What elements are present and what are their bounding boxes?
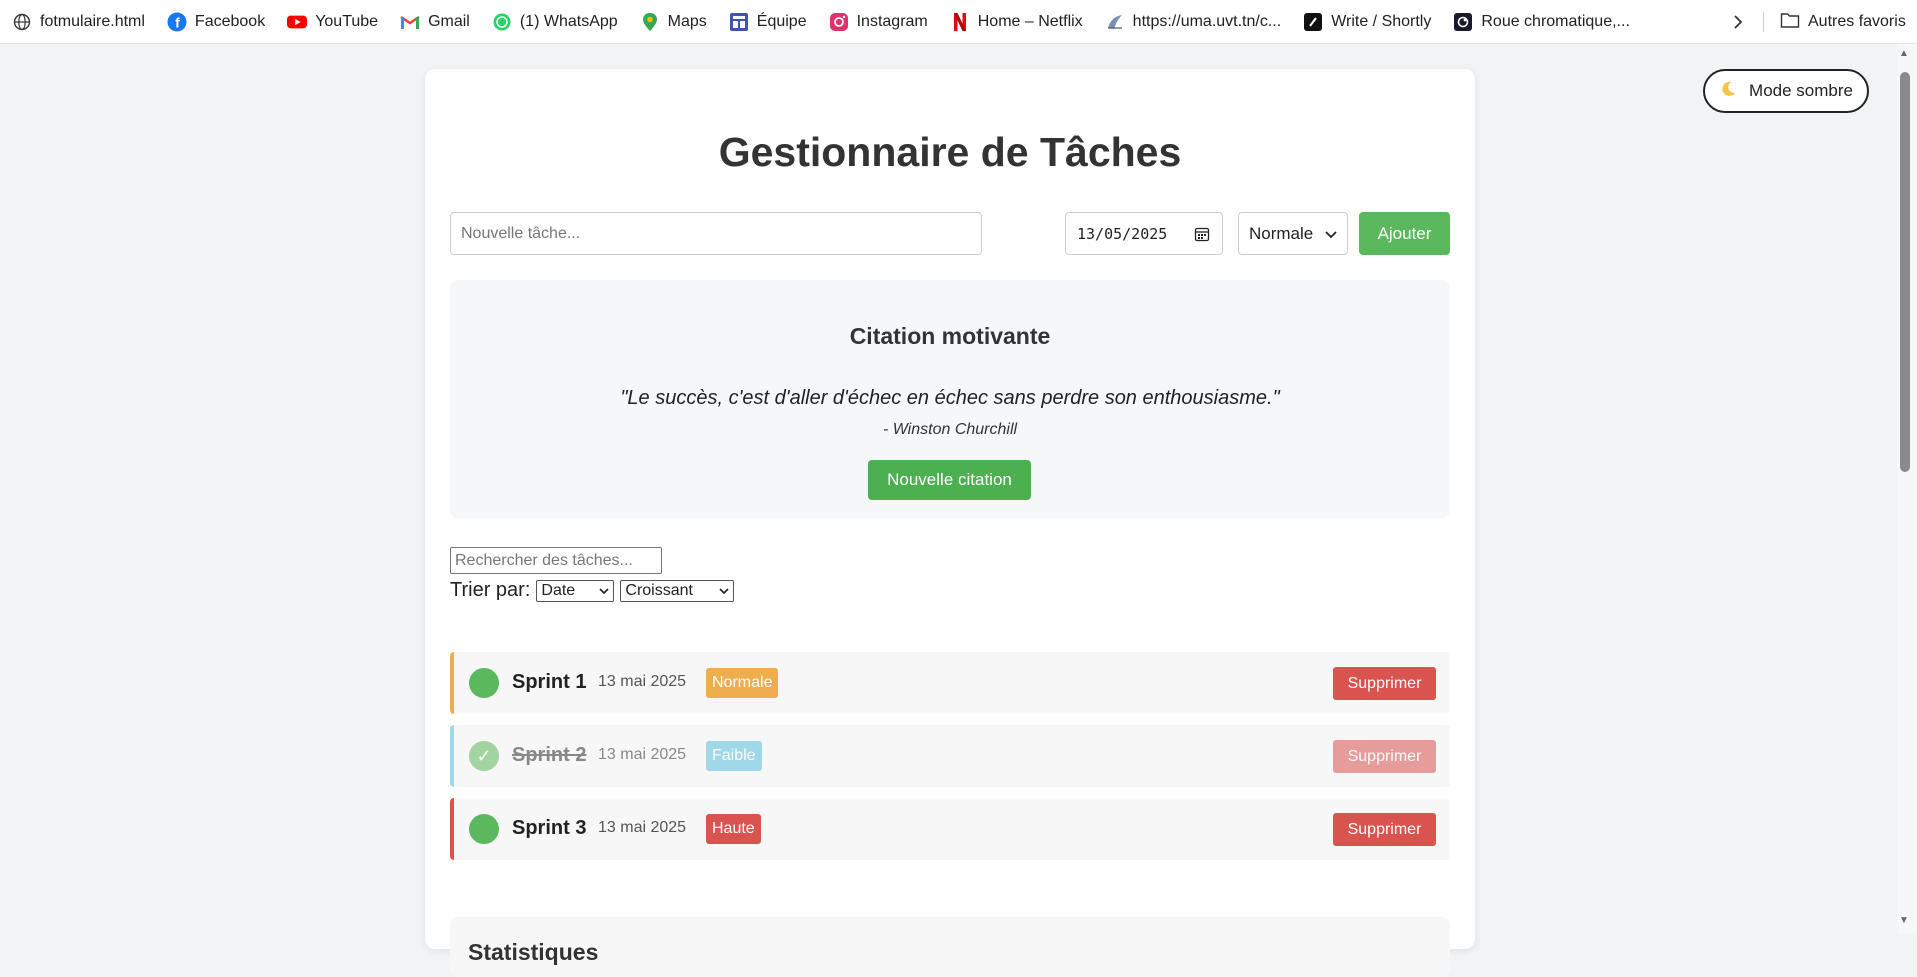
bookmark-uvt[interactable]: https://uma.uvt.tn/c... <box>1105 12 1282 32</box>
bookmark-separator <box>1763 12 1764 32</box>
add-task-button[interactable]: Ajouter <box>1359 212 1450 255</box>
priority-badge: Faible <box>706 741 762 771</box>
date-value: 13/05/2025 <box>1077 224 1168 243</box>
new-quote-button[interactable]: Nouvelle citation <box>868 460 1031 500</box>
quote-text: "Le succès, c'est d'aller d'échec en éch… <box>620 387 1280 409</box>
whatsapp-icon <box>492 12 512 32</box>
search-input[interactable] <box>450 547 662 574</box>
delete-task-button[interactable]: Supprimer <box>1333 813 1436 846</box>
quote-heading: Citation motivante <box>849 323 1051 349</box>
priority-badge: Haute <box>706 814 761 844</box>
chevron-down-icon <box>719 582 729 600</box>
page-title: Gestionnaire de Tâches <box>718 129 1182 175</box>
bookmark-instagram[interactable]: Instagram <box>829 12 928 32</box>
team-icon <box>729 12 749 32</box>
bookmark-youtube[interactable]: YouTube <box>287 12 378 32</box>
quote-author: - Winston Churchill <box>882 421 1018 438</box>
uvt-icon <box>1105 12 1125 32</box>
priority-bar <box>450 652 454 714</box>
task-item: Sprint 3 13 mai 2025 Haute Supprimer <box>450 798 1450 860</box>
statistics-section: Statistiques <box>450 917 1450 977</box>
youtube-icon <box>287 12 308 32</box>
bookmark-facebook[interactable]: f Facebook <box>167 12 265 32</box>
sort-field-value: Date <box>541 581 576 599</box>
color-wheel-icon <box>1453 12 1473 32</box>
scrollbar-thumb[interactable] <box>1900 72 1910 472</box>
bookmark-whatsapp[interactable]: (1) WhatsApp <box>492 12 618 32</box>
globe-icon <box>12 12 32 32</box>
checkmark-icon: ✓ <box>476 745 492 766</box>
bookmark-netflix[interactable]: Home – Netflix <box>950 12 1083 32</box>
task-toggle[interactable] <box>469 668 499 698</box>
moon-icon <box>1719 80 1737 103</box>
task-item: Sprint 1 13 mai 2025 Normale Supprimer <box>450 652 1450 714</box>
bookmark-maps[interactable]: Maps <box>640 12 707 32</box>
svg-text:f: f <box>175 14 180 30</box>
bookmark-equipe[interactable]: Équipe <box>729 12 807 32</box>
delete-task-button[interactable]: Supprimer <box>1333 667 1436 700</box>
bookmark-fotmulaire[interactable]: fotmulaire.html <box>12 12 145 32</box>
bookmark-gmail[interactable]: Gmail <box>400 12 470 32</box>
task-item: ✓ Sprint 2 13 mai 2025 Faible Supprimer <box>450 725 1450 787</box>
other-bookmarks-label: Autres favoris <box>1808 13 1906 30</box>
dark-mode-label: Mode sombre <box>1749 81 1853 100</box>
facebook-icon: f <box>167 12 187 32</box>
task-date: 13 mai 2025 <box>598 746 687 763</box>
quote-section: Citation motivante "Le succès, c'est d'a… <box>450 280 1450 518</box>
bookmark-label: Roue chromatique,... <box>1481 12 1630 30</box>
sort-order-value: Croissant <box>625 581 693 599</box>
maps-icon <box>640 12 660 32</box>
task-date-input[interactable]: 13/05/2025 <box>1065 212 1223 255</box>
bookmark-label: fotmulaire.html <box>40 12 145 30</box>
bookmark-shortly[interactable]: Write / Shortly <box>1303 12 1431 32</box>
bookmark-label: Instagram <box>856 12 928 30</box>
scroll-up-arrow-icon[interactable]: ▲ <box>1899 48 1909 59</box>
instagram-icon <box>829 12 849 32</box>
calendar-icon[interactable] <box>1194 226 1210 246</box>
netflix-icon <box>950 12 970 32</box>
gmail-icon <box>400 12 420 32</box>
task-name: Sprint 1 <box>512 671 587 693</box>
bookmark-label: Équipe <box>756 12 807 30</box>
task-date: 13 mai 2025 <box>598 819 687 836</box>
sort-controls: Trier par: Date Croissant <box>450 579 735 602</box>
chevron-down-icon <box>599 582 609 600</box>
priority-selected: Normale <box>1249 223 1314 243</box>
new-task-input[interactable] <box>450 212 982 255</box>
bookmark-label: Maps <box>667 12 707 30</box>
chevron-right-icon[interactable] <box>1726 10 1750 34</box>
task-manager-card: Gestionnaire de Tâches 13/05/2025 Normal… <box>425 69 1475 977</box>
priority-bar <box>450 798 454 860</box>
sort-field-select[interactable]: Date <box>536 579 615 602</box>
priority-select[interactable]: Normale <box>1238 212 1348 255</box>
folder-icon <box>1780 11 1800 34</box>
shortly-icon <box>1303 12 1323 32</box>
task-name: Sprint 2 <box>512 744 587 766</box>
sort-order-select[interactable]: Croissant <box>620 579 735 602</box>
bookmark-label: Write / Shortly <box>1331 12 1432 30</box>
task-toggle[interactable]: ✓ <box>469 741 499 771</box>
bookmarks-bar: fotmulaire.html f Facebook YouTube Gmail… <box>0 0 1917 44</box>
page-viewport: Mode sombre Gestionnaire de Tâches 13/05… <box>0 44 1917 977</box>
scroll-down-arrow-icon[interactable]: ▼ <box>1899 915 1909 926</box>
bookmark-label: Gmail <box>428 12 470 30</box>
priority-badge: Normale <box>706 668 779 698</box>
task-date: 13 mai 2025 <box>598 673 687 690</box>
priority-bar <box>450 725 454 787</box>
bookmark-label: https://uma.uvt.tn/c... <box>1132 12 1282 30</box>
task-toggle[interactable] <box>469 814 499 844</box>
bookmark-label: (1) WhatsApp <box>519 12 618 30</box>
bookmark-label: YouTube <box>315 12 379 30</box>
other-bookmarks[interactable]: Autres favoris <box>1780 0 1906 44</box>
bookmark-color-wheel[interactable]: Roue chromatique,... <box>1453 12 1630 32</box>
bookmark-label: Home – Netflix <box>977 12 1083 30</box>
delete-task-button[interactable]: Supprimer <box>1333 740 1436 773</box>
chevron-down-icon <box>1325 224 1337 244</box>
task-name: Sprint 3 <box>512 817 587 839</box>
statistics-title: Statistiques <box>468 939 599 965</box>
dark-mode-button[interactable]: Mode sombre <box>1703 69 1869 113</box>
sort-label: Trier par: <box>450 579 531 601</box>
bookmark-label: Facebook <box>194 12 266 30</box>
